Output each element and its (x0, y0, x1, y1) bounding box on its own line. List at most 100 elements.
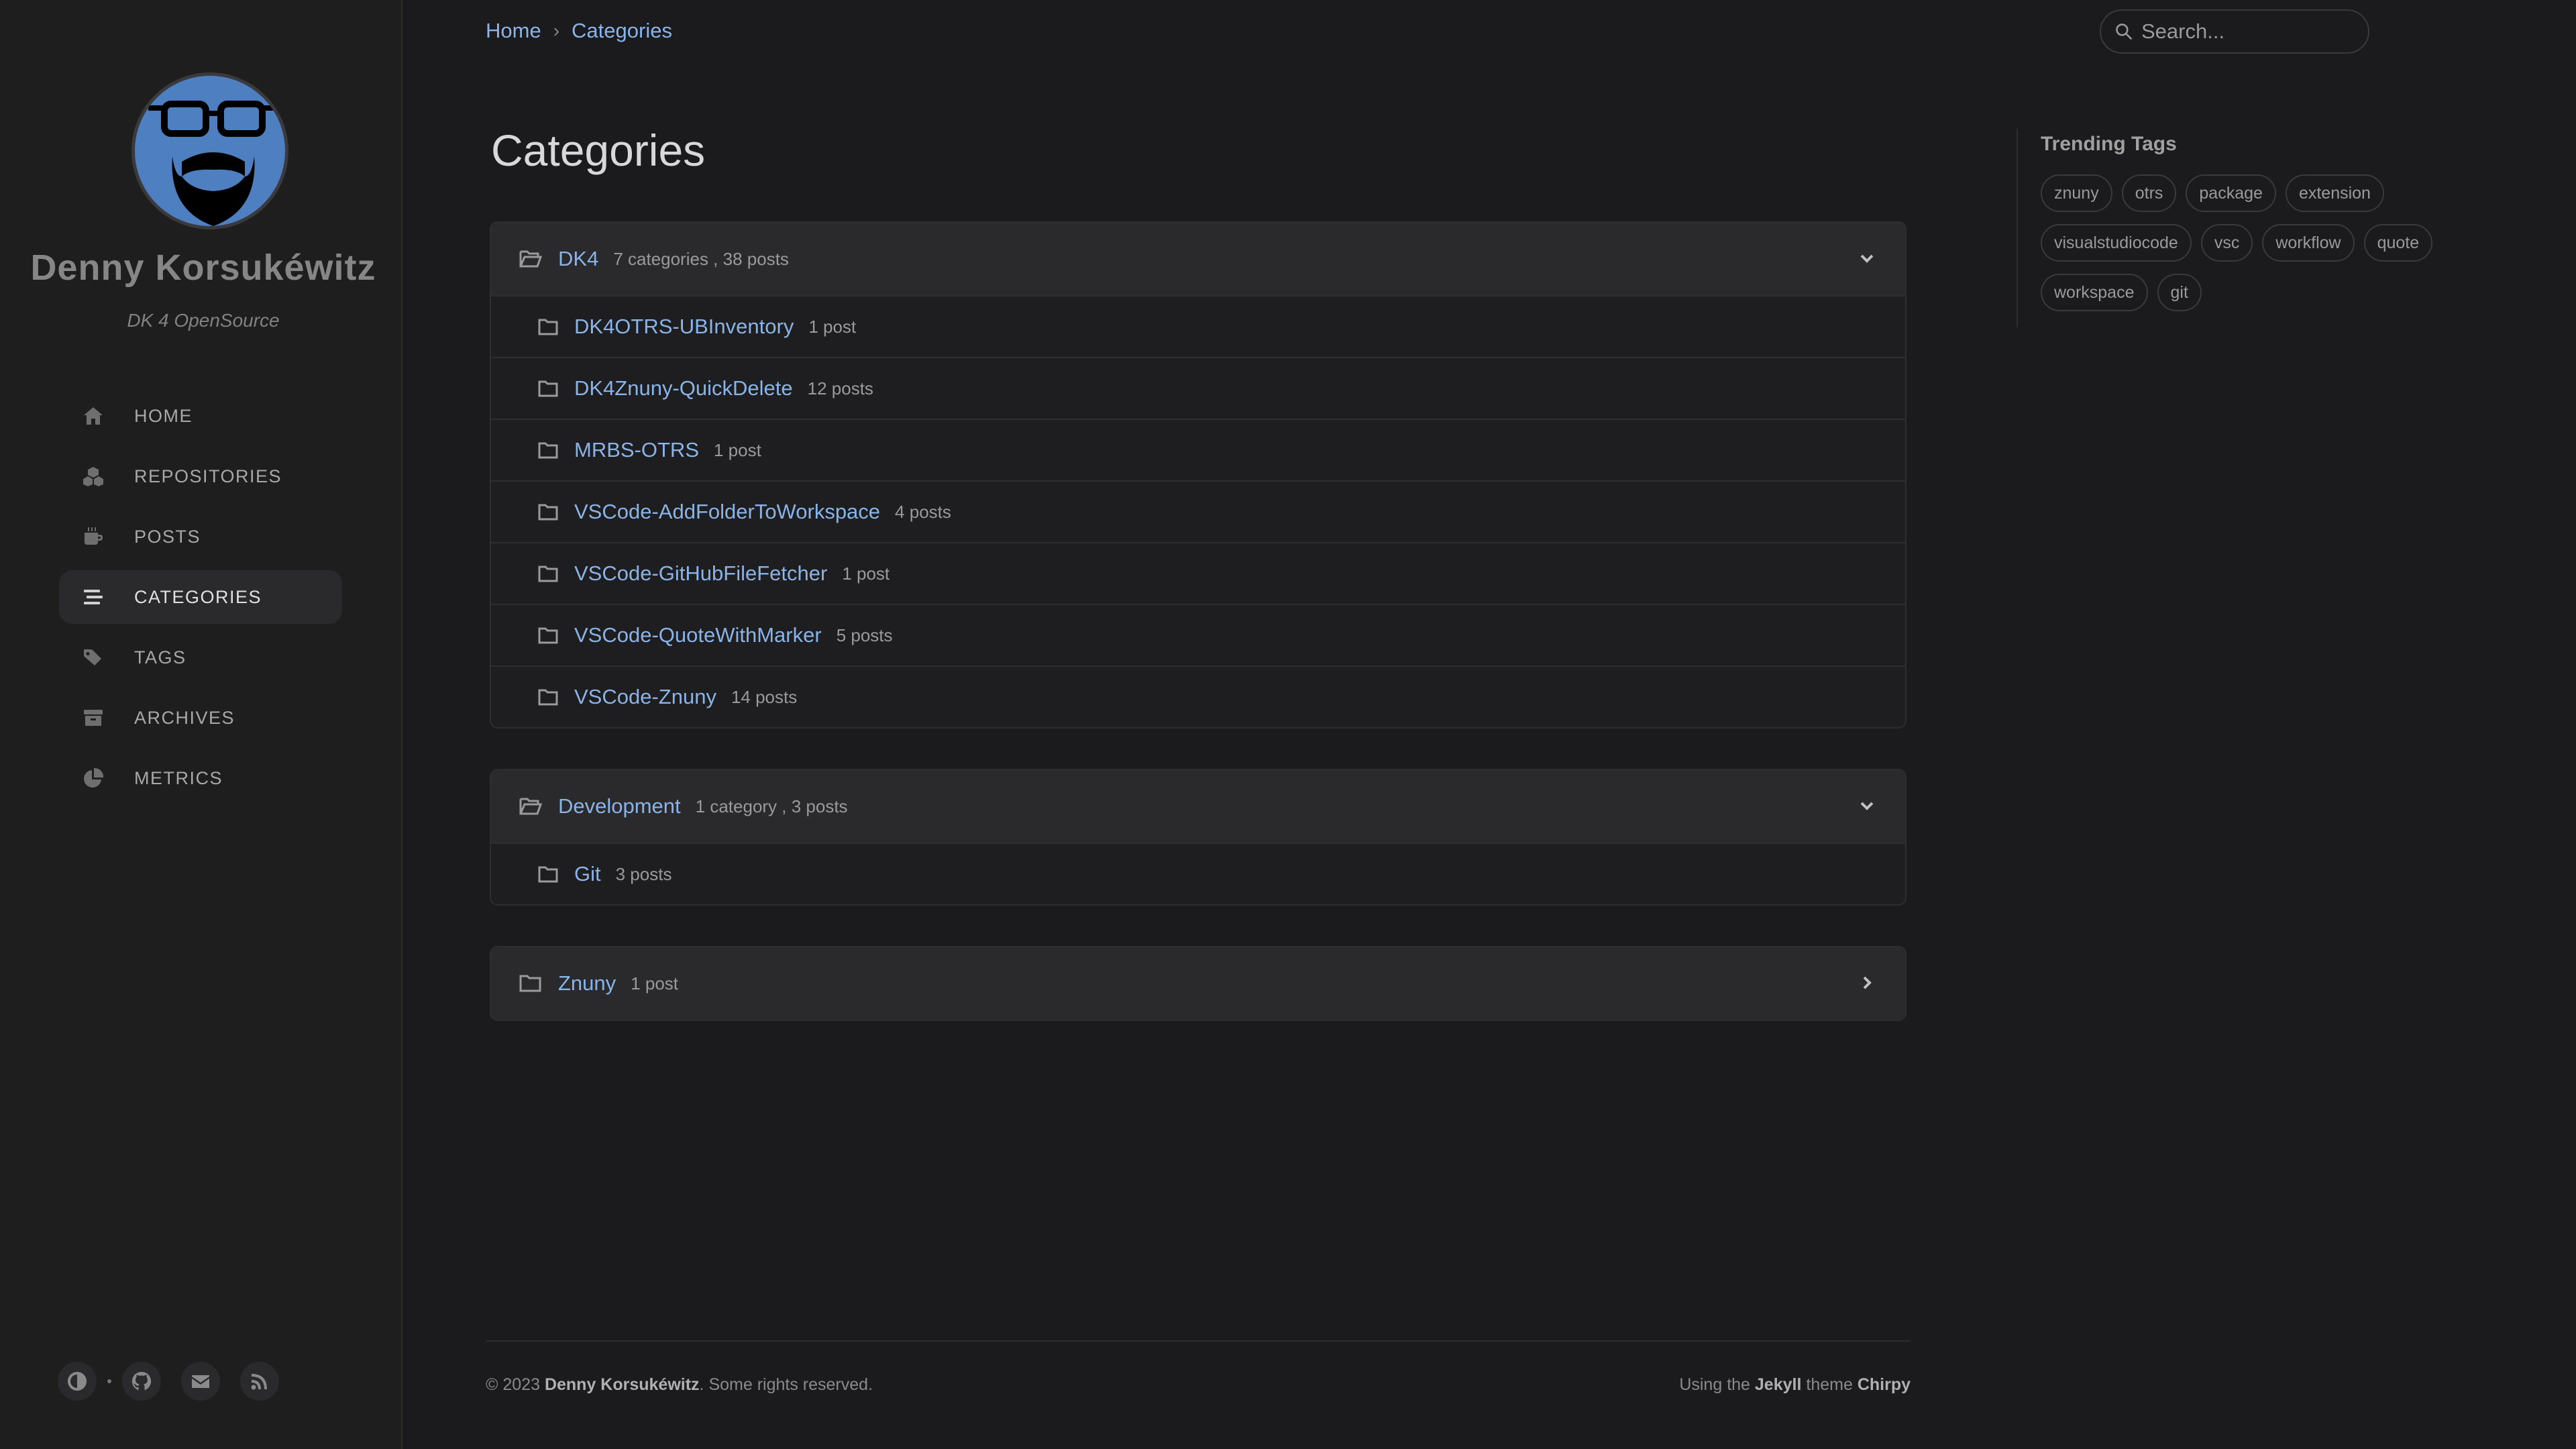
tag-link[interactable]: workspace (2041, 274, 2148, 311)
subcategory-link[interactable]: VSCode-QuoteWithMarker (574, 623, 822, 647)
rss-button[interactable] (240, 1362, 279, 1401)
footer-author-link[interactable]: Denny Korsukéwitz (545, 1375, 700, 1394)
tag-link[interactable]: znuny (2041, 174, 2112, 212)
tag-link[interactable]: quote (2363, 224, 2433, 262)
folder-icon (538, 380, 558, 397)
separator-dot (107, 1379, 111, 1383)
email-button[interactable] (181, 1362, 220, 1401)
breadcrumb-separator: › (553, 20, 560, 41)
category-link[interactable]: Znuny (558, 971, 616, 996)
footer-copyright: © 2023 Denny Korsukéwitz. Some rights re… (486, 1375, 873, 1395)
category-meta: 1 category , 3 posts (695, 796, 848, 816)
subcategory-meta: 4 posts (895, 501, 951, 522)
subcategory-link[interactable]: MRBS-OTRS (574, 438, 699, 462)
list-item: VSCode-AddFolderToWorkspace 4 posts (491, 480, 1905, 542)
list-item: DK4OTRS-UBInventory 1 post (491, 295, 1905, 357)
site-subtitle: DK 4 OpenSource (127, 310, 280, 331)
search-input[interactable] (2141, 19, 2356, 44)
chevron-down-icon[interactable] (1856, 794, 1878, 817)
bearded-face-icon (148, 101, 278, 226)
folder-icon (538, 503, 558, 521)
sidebar-item-metrics[interactable]: METRICS (59, 751, 342, 805)
cubes-icon (82, 465, 105, 488)
search-box[interactable] (2100, 9, 2369, 54)
sidebar-item-archives[interactable]: ARCHIVES (59, 691, 342, 745)
trending-tags-title: Trending Tags (2041, 133, 2177, 155)
breadcrumb: Home › Categories (486, 19, 672, 43)
category-meta: 1 post (631, 973, 678, 994)
sidebar: Denny Korsukéwitz DK 4 OpenSource HOME R… (0, 0, 402, 1449)
folder-icon (538, 318, 558, 335)
sidebar-item-home[interactable]: HOME (59, 389, 342, 443)
trending-tags-panel: Trending Tags znuny otrs package extensi… (2017, 129, 2486, 327)
folder-icon (538, 865, 558, 883)
list-item: Git 3 posts (491, 843, 1905, 904)
category-link[interactable]: Development (558, 794, 681, 818)
tags-icon (82, 646, 105, 669)
chirpy-link[interactable]: Chirpy (1858, 1375, 1911, 1394)
subcategory-meta: 14 posts (731, 686, 798, 707)
footer-using: Using the (1679, 1375, 1750, 1394)
tag-link[interactable]: workflow (2262, 224, 2355, 262)
sidebar-item-repositories[interactable]: REPOSITORIES (59, 449, 342, 503)
mug-icon (82, 525, 105, 548)
tag-link[interactable]: otrs (2121, 174, 2177, 212)
chevron-down-icon[interactable] (1856, 247, 1878, 270)
breadcrumb-home-link[interactable]: Home (486, 19, 541, 43)
tag-link[interactable]: package (2186, 174, 2276, 212)
sidebar-item-label: POSTS (134, 526, 201, 547)
subcategory-link[interactable]: DK4OTRS-UBInventory (574, 315, 794, 339)
sidebar-item-tags[interactable]: TAGS (59, 631, 342, 684)
pie-chart-icon (82, 767, 105, 790)
list-item: VSCode-GitHubFileFetcher 1 post (491, 542, 1905, 604)
subcategory-meta: 1 post (808, 316, 857, 337)
tag-link[interactable]: vsc (2200, 224, 2253, 262)
page: Denny Korsukéwitz DK 4 OpenSource HOME R… (0, 0, 2576, 1449)
subcategory-meta: 5 posts (836, 625, 893, 645)
category-card-dk4: DK4 7 categories , 38 posts DK4OTRS-UBIn… (490, 221, 1907, 729)
avatar[interactable] (131, 72, 288, 229)
sidebar-item-label: REPOSITORIES (134, 466, 282, 486)
subcategory-link[interactable]: DK4Znuny-QuickDelete (574, 376, 793, 400)
folder-open-icon (519, 796, 543, 816)
tag-cloud: znuny otrs package extension visualstudi… (2041, 174, 2470, 323)
folder-icon (538, 565, 558, 582)
category-header: Development 1 category , 3 posts (491, 770, 1905, 843)
list-item: VSCode-Znuny 14 posts (491, 665, 1905, 727)
sidebar-item-categories[interactable]: CATEGORIES (59, 570, 342, 624)
site-title[interactable]: Denny Korsukéwitz (0, 247, 407, 288)
folder-open-icon (519, 249, 543, 269)
jekyll-link[interactable]: Jekyll (1755, 1375, 1802, 1394)
folder-icon (538, 441, 558, 459)
folder-icon (519, 973, 542, 994)
folder-icon (538, 627, 558, 644)
chevron-right-icon[interactable] (1856, 971, 1878, 994)
list-item: VSCode-QuoteWithMarker 5 posts (491, 604, 1905, 665)
theme-toggle-button[interactable] (58, 1362, 97, 1401)
subcategory-link[interactable]: VSCode-GitHubFileFetcher (574, 561, 827, 586)
footer-divider (486, 1340, 1911, 1342)
category-link[interactable]: DK4 (558, 247, 598, 271)
sidebar-item-label: ARCHIVES (134, 707, 235, 728)
sidebar-item-label: METRICS (134, 767, 223, 788)
subcategory-link[interactable]: Git (574, 862, 601, 886)
subcategory-link[interactable]: VSCode-Znuny (574, 685, 716, 709)
tag-link[interactable]: visualstudiocode (2041, 224, 2192, 262)
sidebar-item-posts[interactable]: POSTS (59, 510, 342, 564)
tag-link[interactable]: extension (2285, 174, 2384, 212)
sidebar-item-label: HOME (134, 405, 193, 426)
stream-icon (82, 586, 105, 608)
list-item: DK4Znuny-QuickDelete 12 posts (491, 357, 1905, 419)
archive-icon (82, 706, 105, 729)
subcategory-meta: 1 post (842, 563, 890, 584)
github-button[interactable] (122, 1362, 161, 1401)
subcategory-link[interactable]: VSCode-AddFolderToWorkspace (574, 500, 880, 524)
subcategory-meta: 3 posts (615, 863, 672, 884)
subcategory-meta: 12 posts (807, 378, 873, 398)
category-meta: 7 categories , 38 posts (613, 248, 789, 269)
tag-link[interactable]: git (2157, 274, 2202, 311)
sidebar-item-label: TAGS (134, 647, 186, 667)
footer-credits: Using the Jekyll theme Chirpy (1679, 1375, 1911, 1395)
search-icon (2116, 23, 2133, 40)
home-icon (82, 405, 105, 427)
